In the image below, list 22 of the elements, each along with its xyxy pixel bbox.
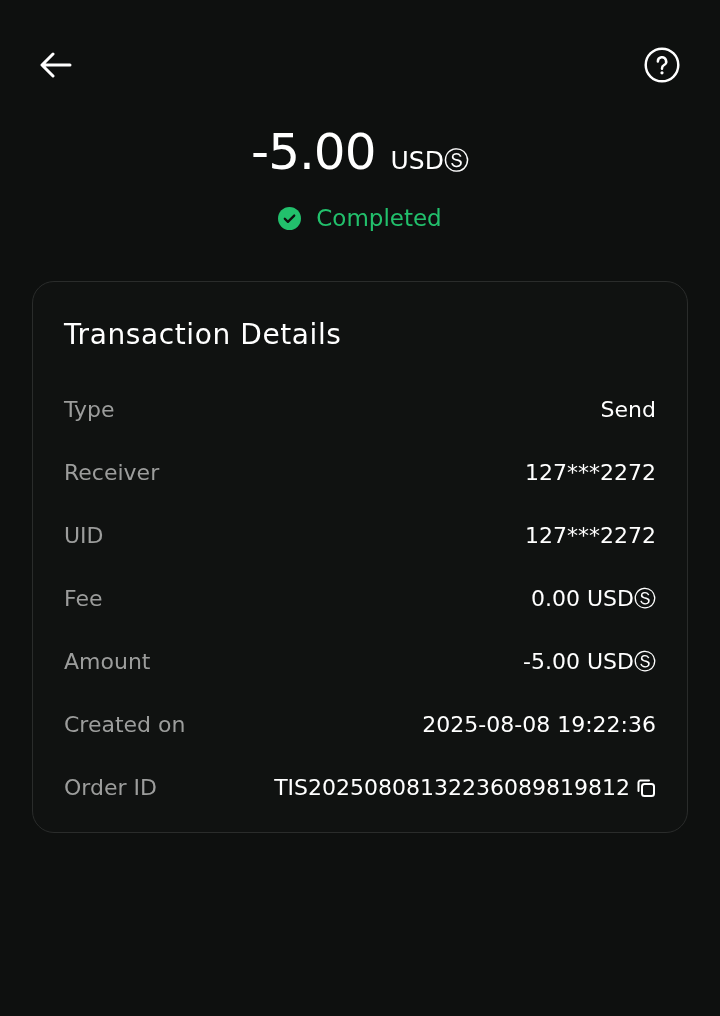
detail-label: Type [64,397,115,422]
detail-value: Send [600,397,656,422]
status-label: Completed [316,204,442,233]
currency-unit: USDⓈ [390,146,469,176]
help-icon [644,47,680,83]
detail-label: Fee [64,586,103,611]
detail-label: Receiver [64,460,160,485]
detail-value: 2025-08-08 19:22:36 [422,712,656,737]
left-arrow-icon [40,52,72,78]
detail-value: 0.00 USDⓈ [531,584,656,613]
detail-label: UID [64,523,104,548]
detail-label: Order ID [64,775,157,800]
detail-value: 127***2272 [525,460,656,485]
copy-button[interactable] [636,777,656,798]
amount-value: -5.00 [251,122,376,183]
detail-value: TIS20250808132236089819812 [274,775,630,800]
detail-value: -5.00 USDⓈ [523,647,656,676]
detail-label: Amount [64,649,151,674]
card-title: Transaction Details [64,317,343,353]
copy-icon [636,777,656,798]
detail-label: Created on [64,712,186,737]
detail-value: 127***2272 [525,523,656,548]
